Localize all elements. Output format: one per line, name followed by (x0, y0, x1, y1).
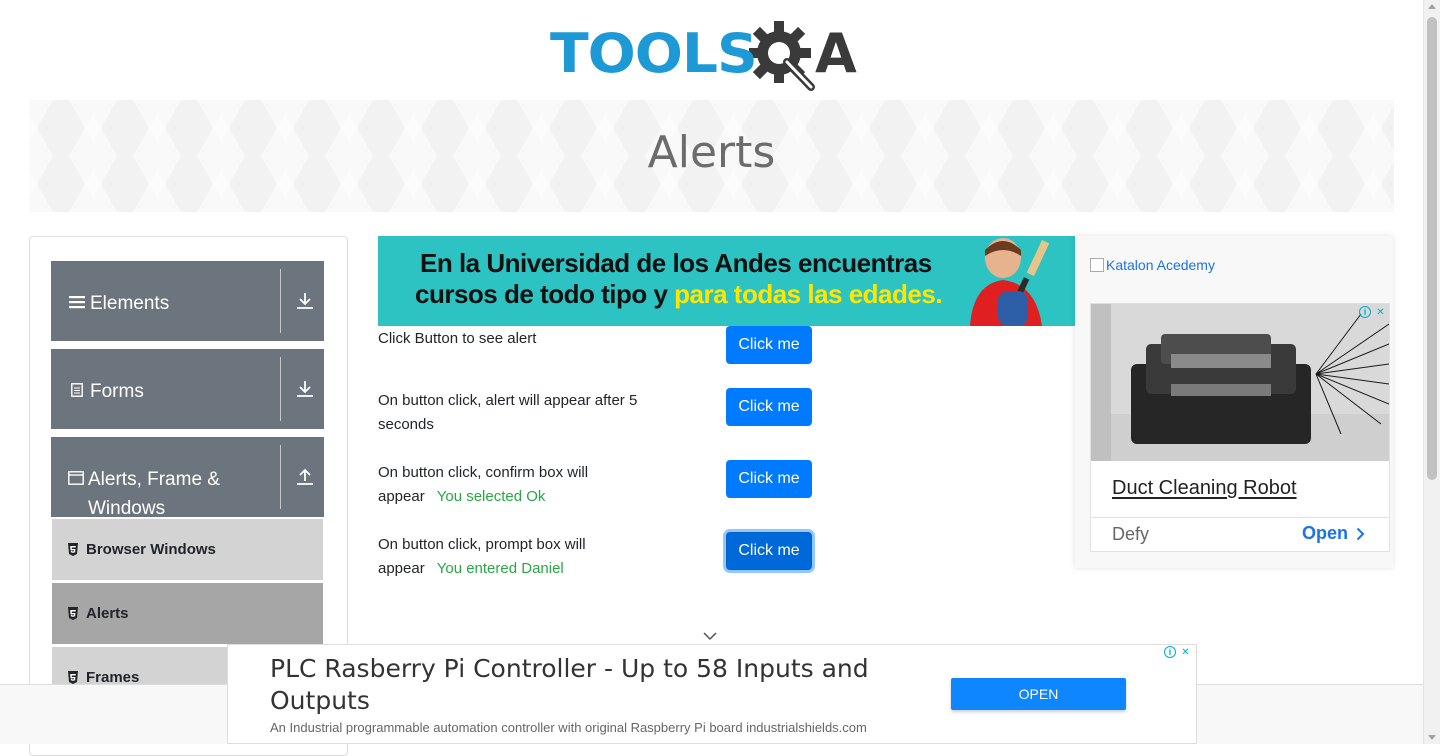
scroll-up-arrow-icon[interactable] (1428, 4, 1436, 9)
katalon-ad-image-link[interactable]: Katalon Acedemy (1090, 257, 1215, 273)
divider (280, 445, 281, 509)
sidebar-item-alerts[interactable]: Alerts (52, 582, 323, 644)
ad-info-icon[interactable]: i (1164, 646, 1176, 658)
bottom-anchor-ad[interactable]: PLC Rasberry Pi Controller - Up to 58 In… (227, 644, 1197, 744)
sidebar-item-label: Browser Windows (86, 541, 216, 558)
hamburger-icon (68, 289, 86, 318)
alert-row-2-text: On button click, alert will appear after… (378, 389, 668, 437)
logo-tools-text: TOOLS (550, 22, 758, 85)
timer-alert-description: On button click, alert will appear after… (378, 392, 638, 433)
html5-icon (68, 671, 78, 684)
ad-line-1: En la Universidad de los Andes encuentra… (420, 248, 932, 278)
ad-headline[interactable]: Duct Cleaning Robot (1112, 477, 1297, 500)
gear-magnifier-icon (748, 21, 815, 91)
timer-alert-button[interactable]: Click me (726, 388, 812, 426)
alert-row-3-text: On button click, confirm box will appear… (378, 461, 628, 509)
divider (1091, 517, 1389, 518)
ad-line-2: cursos de todo tipo y para todas las eda… (415, 279, 943, 310)
document-icon (68, 377, 86, 406)
ad-choices[interactable]: i ✕ (1359, 306, 1387, 319)
top-banner-ad[interactable]: En la Universidad de los Andes encuentra… (378, 236, 1075, 326)
prompt-button[interactable]: Click me (726, 532, 812, 570)
chevron-down-icon[interactable] (703, 631, 717, 641)
ad-close-icon[interactable]: ✕ (1374, 306, 1387, 319)
ad-card[interactable]: i ✕ Duct Cleaning Robot Defy Open (1090, 303, 1390, 552)
sidebar-item-browser-windows[interactable]: Browser Windows (52, 518, 323, 580)
toolsqa-logo[interactable]: TOOLS A (550, 14, 857, 94)
ad-brand: Defy (1112, 524, 1150, 544)
page-scrollbar[interactable] (1423, 0, 1440, 744)
scrollbar-thumb[interactable] (1427, 17, 1437, 480)
ad-open-button[interactable]: OPEN (951, 678, 1126, 710)
ad-close-icon[interactable]: ✕ (1179, 646, 1192, 659)
page-title: Alerts (647, 127, 776, 178)
ad-line-2b-highlight: para todas las edades. (674, 279, 943, 309)
ad-line-2a: cursos de todo tipo y (415, 279, 675, 309)
sidebar-group-elements[interactable]: Elements (51, 261, 324, 341)
ad-open-link[interactable]: Open (1302, 523, 1365, 544)
confirm-button[interactable]: Click me (726, 460, 812, 498)
chevron-right-icon (1356, 527, 1365, 540)
download-icon[interactable] (295, 291, 315, 311)
download-icon[interactable] (295, 379, 315, 399)
ad-title[interactable]: PLC Rasberry Pi Controller - Up to 58 In… (270, 653, 910, 717)
ad-open-label: Open (1301, 523, 1348, 543)
html5-icon (68, 543, 78, 556)
broken-image-icon (1090, 258, 1104, 272)
scroll-down-arrow-icon[interactable] (1428, 735, 1436, 740)
right-sidebar-ad[interactable]: Katalon Acedemy i ✕ Duct Cleaning Robot … (1075, 236, 1393, 568)
divider (280, 357, 281, 421)
sidebar-item-label: Alerts (86, 605, 129, 622)
alert-button[interactable]: Click me (726, 326, 812, 364)
page-header-banner: Alerts (29, 100, 1394, 212)
ad-description: An Industrial programmable automation co… (270, 720, 867, 735)
alert-description: Click Button to see alert (378, 330, 537, 347)
ad-info-icon[interactable]: i (1359, 306, 1371, 318)
sidebar-group-forms[interactable]: Forms (51, 349, 324, 429)
upload-icon[interactable] (295, 467, 315, 487)
sidebar-group-label: Forms (90, 381, 144, 402)
window-icon (68, 465, 84, 494)
ad-choices[interactable]: i ✕ (1164, 646, 1192, 659)
confirm-result: You selected Ok (436, 488, 546, 505)
sidebar-group-label: Elements (90, 293, 170, 314)
prompt-result: You entered Daniel (436, 560, 564, 577)
sidebar-group-alerts-frame-windows[interactable]: Alerts, Frame & Windows (51, 437, 324, 519)
child-with-guitar-image (958, 236, 1075, 326)
image-alt-text: Katalon Acedemy (1106, 257, 1215, 273)
duct-robot-photo: i ✕ (1091, 304, 1389, 461)
alert-row-4-text: On button click, prompt box will appear Y… (378, 533, 628, 581)
sidebar-group-label: Alerts, Frame & Windows (88, 469, 220, 519)
alert-row-1-text: Click Button to see alert (378, 327, 668, 351)
logo-a-text: A (814, 22, 857, 85)
html5-icon (68, 607, 78, 620)
divider (280, 269, 281, 333)
